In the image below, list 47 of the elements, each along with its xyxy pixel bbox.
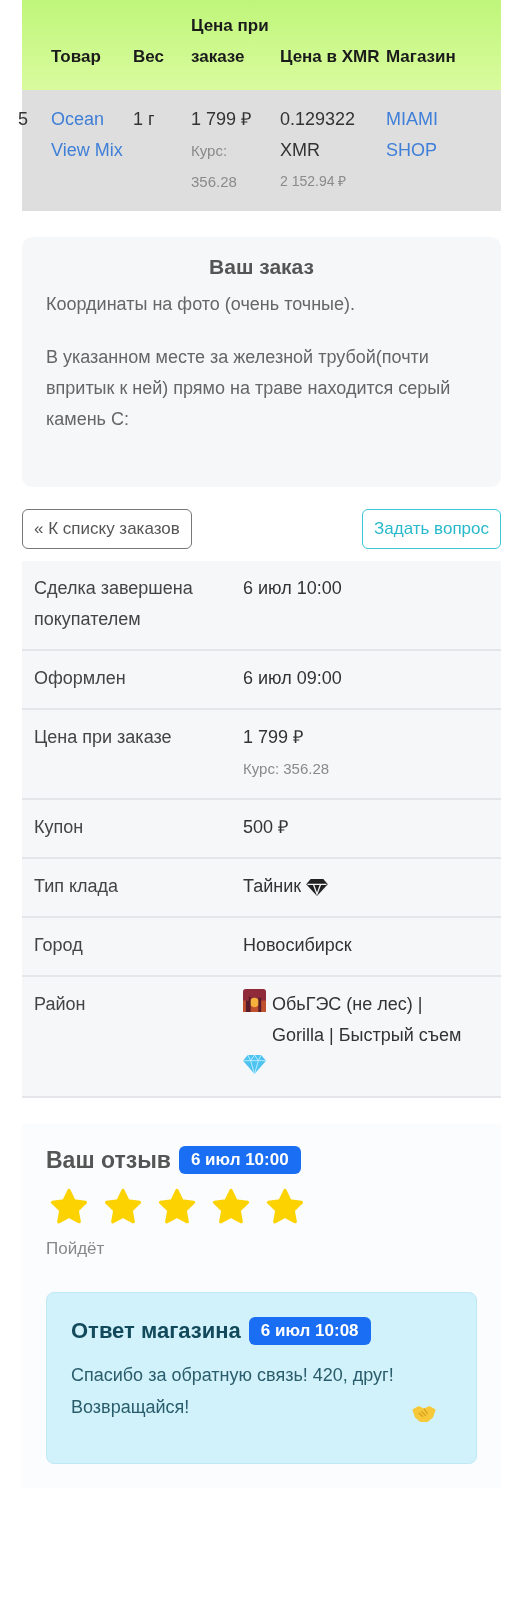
detail-value: Тайник bbox=[243, 875, 302, 898]
date-badge: 6 июл 10:00 bbox=[178, 1146, 301, 1174]
city-sunset-icon bbox=[243, 989, 266, 1012]
detail-label: Купон bbox=[34, 817, 84, 837]
star-icon bbox=[158, 1188, 196, 1226]
date-badge: 6 июл 10:08 bbox=[248, 1317, 371, 1345]
reply-title: Ответ магазина bbox=[71, 1318, 241, 1344]
table-cell-text: 0.129322 XMR bbox=[280, 108, 357, 162]
star-icon bbox=[212, 1188, 250, 1226]
star-icon bbox=[266, 1188, 304, 1226]
order-note: Координаты на фото (очень точные). bbox=[46, 293, 357, 316]
star-icon bbox=[50, 1188, 88, 1226]
table-cell: 1 г bbox=[133, 109, 155, 129]
gem-icon bbox=[243, 1053, 266, 1076]
detail-label: Оформлен bbox=[34, 668, 126, 688]
detail-label: Район bbox=[34, 994, 86, 1014]
detail-value: 1 799 ₽ bbox=[243, 727, 304, 747]
product-link[interactable]: Ocean View Mix bbox=[51, 104, 127, 166]
detail-value: 6 июл 09:00 bbox=[243, 667, 342, 690]
review-title: Ваш отзыв bbox=[46, 1146, 171, 1174]
shop-link[interactable]: MIAMI SHOP bbox=[386, 104, 470, 166]
reply-text: Спасибо за обратную связь! 420, друг! Возвращайся! bbox=[71, 1364, 395, 1419]
column-header: Товар bbox=[51, 46, 102, 68]
table-cell: 5 bbox=[18, 109, 28, 129]
detail-value: 500 ₽ bbox=[243, 816, 289, 839]
rub-equivalent: 2 152.94 ₽ bbox=[280, 172, 347, 191]
column-header: Цена в XMR bbox=[280, 46, 380, 68]
star-icon bbox=[104, 1188, 142, 1226]
order-note: В указанном месте за железной трубой(почти впритык к ней) прямо на траве находится серый камень С: bbox=[46, 346, 452, 431]
detail-label: Сделка завершена покупателем bbox=[34, 578, 193, 629]
column-header: Вес bbox=[133, 46, 165, 68]
column-header: Магазин bbox=[386, 46, 457, 68]
detail-value: ОбьГЭС (не лес) | Gorilla | Быстрый съем bbox=[272, 993, 463, 1047]
column-header: Цена при заказе bbox=[191, 15, 270, 68]
rate-note: Курс: 356.28 bbox=[191, 141, 238, 192]
detail-value: 6 июл 10:00 bbox=[243, 577, 342, 600]
detail-label: Тип клада bbox=[34, 876, 119, 896]
back-button[interactable]: « К списку заказов bbox=[22, 509, 192, 549]
detail-label: Город bbox=[34, 935, 83, 955]
table-cell-text: 1 799 ₽ bbox=[191, 108, 252, 131]
rate-note: Курс: 356.28 bbox=[243, 760, 330, 777]
detail-label: Цена при заказе bbox=[34, 727, 172, 747]
ask-question-button[interactable]: Задать вопрос bbox=[362, 509, 501, 549]
gem-icon bbox=[306, 877, 329, 896]
card-title: Ваш заказ bbox=[208, 255, 315, 279]
review-text: Пойдёт bbox=[46, 1238, 106, 1260]
detail-value: Новосибирск bbox=[243, 934, 352, 957]
